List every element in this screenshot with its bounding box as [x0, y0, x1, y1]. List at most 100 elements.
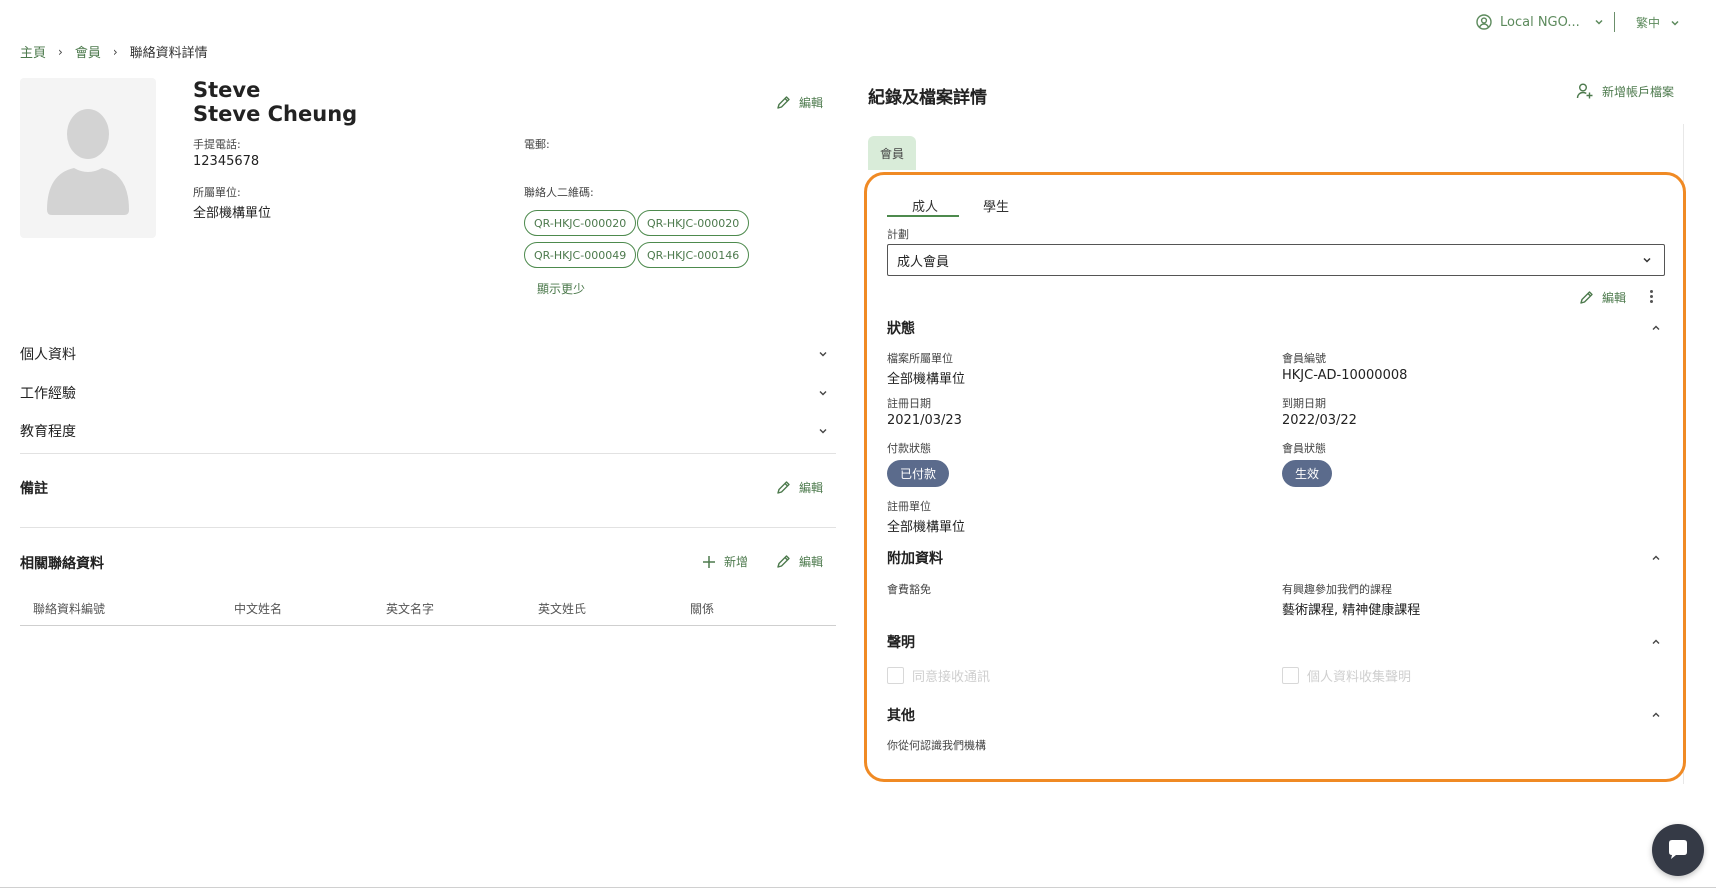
qr-code-chip[interactable]: QR-HKJC-000146 [637, 242, 750, 268]
breadcrumb-separator-icon: › [58, 44, 63, 59]
breadcrumb-separator-icon: › [112, 44, 118, 59]
payment-status-field: 付款狀態 已付款 [887, 440, 950, 487]
chevron-down-icon [1594, 17, 1604, 27]
column-header[interactable]: 英文姓氏 [538, 600, 586, 617]
language-switcher[interactable]: 繁中 [1636, 14, 1680, 31]
accordion-label: 教育程度 [20, 424, 76, 440]
accordion-label: 個人資料 [20, 347, 76, 363]
footer-divider [0, 887, 1716, 888]
privacy-label: 個人資料收集聲明 [1307, 670, 1412, 685]
email-field: 電郵: [524, 136, 550, 152]
notes-title: 備註 [20, 481, 48, 497]
accordion-personal-info[interactable]: 個人資料 [20, 344, 836, 364]
unit-field: 所屬單位: 全部機構單位 [193, 184, 271, 221]
column-header[interactable]: 關係 [690, 600, 714, 617]
column-header[interactable]: 聯絡資料編號 [33, 600, 105, 617]
tab-member[interactable]: 會員 [868, 136, 916, 170]
plan-select[interactable]: 成人會員 [887, 244, 1665, 276]
status-badge: 生效 [1282, 460, 1333, 487]
privacy-checkbox[interactable]: 個人資料收集聲明 [1282, 666, 1411, 685]
other-section-header[interactable]: 其他 [887, 705, 1661, 725]
phone-label: 手提電話: [193, 138, 241, 151]
breadcrumb-members[interactable]: 會員 [75, 42, 101, 61]
member-status-field: 會員狀態 生效 [1282, 440, 1333, 487]
reg-date-label: 註冊日期 [887, 397, 931, 410]
declaration-section-header[interactable]: 聲明 [887, 632, 1661, 652]
avatar [20, 78, 156, 238]
first-name: Steve [193, 78, 261, 102]
expiry-value: 2022/03/22 [1282, 413, 1357, 428]
member-no-field: 會員編號 HKJC-AD-10000008 [1282, 350, 1407, 383]
breadcrumb-current: 聯絡資料詳情 [129, 46, 208, 61]
add-label: 新增 [724, 555, 749, 569]
user-circle-icon [1476, 14, 1492, 30]
chevron-down-icon [1670, 18, 1680, 28]
related-add-button[interactable]: 新增 [702, 553, 748, 570]
status-section-header[interactable]: 狀態 [887, 318, 1661, 338]
add-profile-label: 新增帳戶檔案 [1602, 84, 1675, 99]
payment-label: 付款狀態 [887, 442, 931, 455]
edit-label: 編輯 [799, 96, 824, 110]
subtab-adult[interactable]: 成人 [912, 196, 938, 215]
expiry-label: 到期日期 [1282, 397, 1326, 410]
reg-unit-label: 註冊單位 [887, 500, 931, 513]
chat-icon [1665, 837, 1691, 863]
profile-unit-label: 檔案所屬單位 [887, 352, 953, 365]
org-switcher[interactable]: Local NGO... [1476, 14, 1604, 30]
how-know-label: 你從何認識我們機構 [887, 739, 986, 752]
member-no-value: HKJC-AD-10000008 [1282, 368, 1408, 383]
courses-label: 有興趣參加我們的課程 [1282, 583, 1392, 596]
courses-field: 有興趣參加我們的課程 藝術課程, 精神健康課程 [1282, 581, 1420, 618]
chevron-up-icon [1651, 323, 1661, 333]
reg-unit-field: 註冊單位 全部機構單位 [887, 498, 965, 535]
plan-label: 計劃 [887, 228, 909, 241]
column-header[interactable]: 英文名字 [386, 600, 434, 617]
section-divider [20, 453, 836, 454]
records-title: 紀錄及檔案詳情 [868, 88, 987, 108]
phone-field: 手提電話: 12345678 [193, 136, 259, 169]
subtab-active-indicator [887, 215, 959, 217]
related-contacts-table-header: 聯絡資料編號 中文姓名 英文名字 英文姓氏 關係 [20, 596, 836, 626]
plus-icon [702, 555, 716, 569]
status-title: 狀態 [887, 321, 915, 337]
kebab-icon[interactable] [1650, 288, 1653, 305]
unit-value: 全部機構單位 [193, 206, 272, 221]
subtab-student[interactable]: 學生 [983, 196, 1009, 215]
org-label: Local NGO... [1500, 14, 1580, 30]
qr-label: 聯絡人二維碼: [524, 186, 594, 199]
reg-unit-value: 全部機構單位 [887, 520, 966, 535]
consent-checkbox[interactable]: 同意接收通訊 [887, 666, 990, 685]
show-less-link[interactable]: 顯示更少 [537, 280, 585, 297]
accordion-work-experience[interactable]: 工作經驗 [20, 383, 836, 403]
expiry-date-field: 到期日期 2022/03/22 [1282, 395, 1357, 428]
qr-code-chip[interactable]: QR-HKJC-000020 [524, 210, 637, 236]
checkbox-icon [1282, 667, 1299, 684]
qr-field: 聯絡人二維碼: [524, 184, 594, 200]
consent-label: 同意接收通訊 [912, 670, 991, 685]
qr-code-chip[interactable]: QR-HKJC-000049 [524, 242, 637, 268]
pencil-icon [776, 95, 791, 110]
phone-value: 12345678 [193, 154, 260, 169]
breadcrumb-home[interactable]: 主頁 [20, 42, 46, 61]
add-account-profile-button[interactable]: 新增帳戶檔案 [1576, 82, 1674, 100]
chat-button[interactable] [1652, 824, 1704, 876]
checkbox-icon [887, 667, 904, 684]
profile-edit-button[interactable]: 編輯 [776, 94, 823, 111]
related-edit-button[interactable]: 編輯 [776, 553, 823, 570]
chevron-up-icon [1651, 637, 1661, 647]
column-header[interactable]: 中文姓名 [234, 600, 282, 617]
chevron-down-icon [818, 426, 828, 436]
reg-date-field: 註冊日期 2021/03/23 [887, 395, 962, 428]
topbar-divider [1614, 12, 1615, 32]
accordion-education[interactable]: 教育程度 [20, 421, 836, 441]
pencil-icon [1579, 290, 1594, 305]
chevron-down-icon [1642, 255, 1652, 265]
profile-unit-field: 檔案所屬單位 全部機構單位 [887, 350, 965, 387]
qr-code-chip[interactable]: QR-HKJC-000020 [637, 210, 750, 236]
plan-edit-button[interactable]: 編輯 [1579, 289, 1626, 306]
accordion-label: 工作經驗 [20, 386, 76, 402]
pencil-icon [776, 554, 791, 569]
edit-label: 編輯 [799, 481, 824, 495]
extra-section-header[interactable]: 附加資料 [887, 548, 1661, 568]
notes-edit-button[interactable]: 編輯 [776, 479, 823, 496]
